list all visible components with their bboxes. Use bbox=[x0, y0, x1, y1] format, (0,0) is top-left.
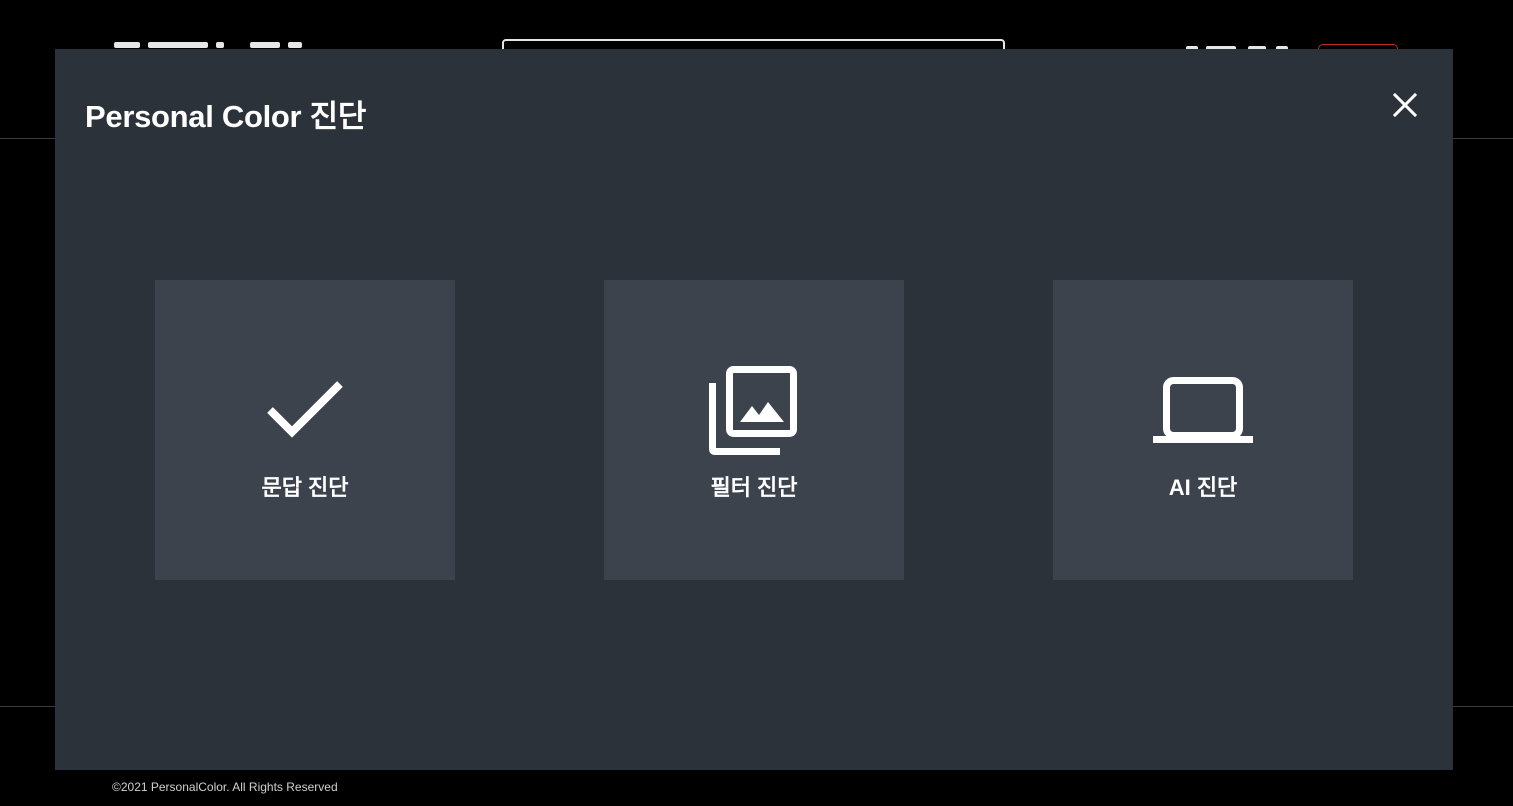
laptop-icon bbox=[1153, 377, 1253, 443]
close-button[interactable] bbox=[1389, 89, 1421, 121]
ai-diagnosis-card[interactable]: AI 진단 bbox=[1053, 280, 1353, 580]
modal-title: Personal Color 진단 bbox=[85, 99, 367, 134]
footer-copyright: ©2021 PersonalColor. All Rights Reserved bbox=[112, 780, 338, 794]
page: ©2021 PersonalColor. All Rights Reserved… bbox=[0, 0, 1513, 806]
image-gallery-icon bbox=[709, 366, 797, 455]
questionnaire-diagnosis-label: 문답 진단 bbox=[261, 475, 349, 500]
questionnaire-diagnosis-card[interactable]: 문답 진단 bbox=[155, 280, 455, 580]
ai-diagnosis-label: AI 진단 bbox=[1168, 475, 1238, 500]
close-icon bbox=[1392, 92, 1418, 118]
personal-color-modal: Personal Color 진단 문답 진단 필터 진단 AI 진단 bbox=[55, 49, 1453, 770]
checkmark-icon bbox=[267, 381, 343, 438]
filter-diagnosis-card[interactable]: 필터 진단 bbox=[604, 280, 904, 580]
filter-diagnosis-label: 필터 진단 bbox=[710, 475, 798, 500]
